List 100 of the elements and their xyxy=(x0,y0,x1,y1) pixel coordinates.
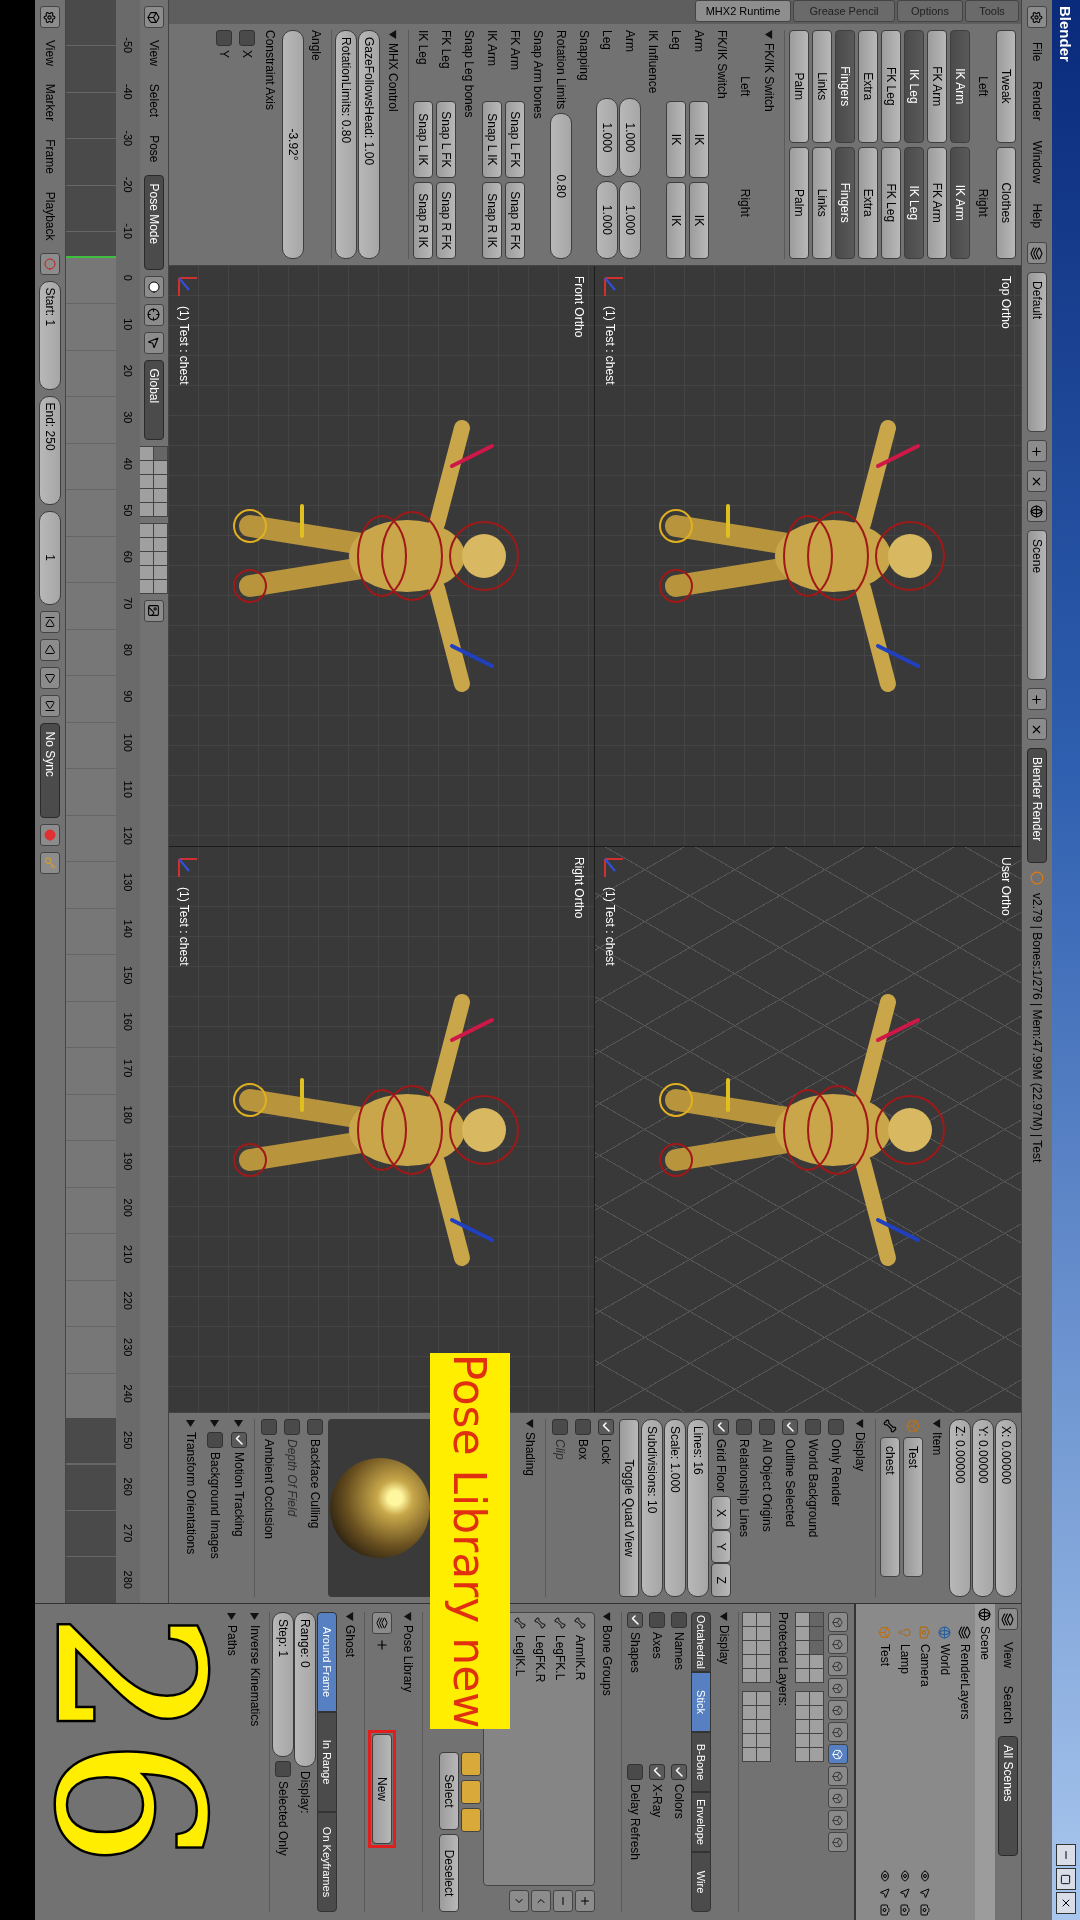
layer-button[interactable]: Fingers xyxy=(835,146,856,259)
panel-title[interactable]: Inverse Kinematics xyxy=(248,1625,262,1727)
layer-button[interactable]: Tweak xyxy=(996,30,1017,143)
toggle-quad-view-button[interactable]: Toggle Quad View xyxy=(619,1419,640,1597)
cursor-icon[interactable] xyxy=(919,1887,931,1899)
layer-button[interactable]: Links xyxy=(812,30,833,143)
snap-button[interactable]: Snap L FK xyxy=(505,101,526,178)
checkbox[interactable] xyxy=(207,1432,223,1448)
snap-button[interactable]: IK xyxy=(666,101,687,178)
disclosure-triangle-icon[interactable] xyxy=(250,1612,260,1621)
disclosure-triangle-icon[interactable] xyxy=(719,1612,729,1621)
jump-start-button[interactable] xyxy=(40,610,60,633)
layer-button[interactable]: FK Arm xyxy=(927,30,948,143)
menu-item[interactable]: View xyxy=(43,34,57,72)
current-frame-field[interactable]: 1 xyxy=(39,510,61,605)
panel-title[interactable]: Item xyxy=(930,1432,944,1456)
layer-button[interactable]: Extra xyxy=(858,146,879,259)
checkbox[interactable] xyxy=(828,1419,845,1435)
tree-item[interactable]: Lamp xyxy=(898,1644,912,1675)
checkbox[interactable] xyxy=(649,1612,666,1628)
layer-button[interactable]: Clothes xyxy=(996,146,1017,259)
number-field[interactable]: 1.000 xyxy=(619,180,642,259)
number-field[interactable]: 1.000 xyxy=(619,98,642,177)
cursor-icon[interactable] xyxy=(899,1887,911,1899)
axis-toggle[interactable]: X xyxy=(711,1496,732,1530)
bone-name-field[interactable]: chest xyxy=(880,1437,901,1577)
snap-button[interactable]: Snap R IK xyxy=(482,182,503,259)
remove-button[interactable] xyxy=(553,1890,573,1912)
number-field[interactable]: X: 0.00000 xyxy=(995,1419,1018,1597)
disclosure-triangle-icon[interactable] xyxy=(345,1612,355,1621)
color-swatch[interactable] xyxy=(461,1808,482,1832)
eye-icon[interactable] xyxy=(919,1870,931,1882)
panel-title[interactable]: Bone Groups xyxy=(600,1625,614,1696)
panel-title[interactable]: MHX Control xyxy=(386,43,400,112)
tree-item[interactable]: Camera xyxy=(918,1644,932,1687)
layer-button[interactable]: Palm xyxy=(789,30,810,143)
add-button[interactable] xyxy=(1027,688,1047,711)
close-button[interactable] xyxy=(1027,470,1047,493)
checkbox[interactable] xyxy=(231,1432,247,1448)
checkbox[interactable] xyxy=(713,1419,730,1435)
jump-end-button[interactable] xyxy=(40,694,60,717)
layer-button[interactable]: Fingers xyxy=(835,30,856,143)
maximize-button[interactable] xyxy=(1056,1868,1076,1890)
menu-item[interactable]: Pose xyxy=(147,129,161,169)
layer-grid[interactable] xyxy=(795,1612,825,1683)
disclosure-triangle-icon[interactable] xyxy=(855,1419,865,1428)
group-action-button[interactable]: Deselect xyxy=(439,1834,460,1912)
viewport[interactable]: Top Ortho (1) Test : chest xyxy=(595,266,1021,846)
editor-type-button[interactable] xyxy=(40,6,60,28)
camera-icon[interactable] xyxy=(879,1904,891,1916)
snap-button[interactable]: Snap L IK xyxy=(413,101,434,178)
layer-button[interactable]: Palm xyxy=(789,146,810,259)
tree-item[interactable]: Scene xyxy=(978,1626,992,1661)
sync-dropdown[interactable]: No Sync xyxy=(40,722,60,818)
layer-button[interactable]: FK Arm xyxy=(927,146,948,259)
panel-title[interactable]: FK/IK Switch xyxy=(762,43,776,112)
disclosure-triangle-icon[interactable] xyxy=(525,1419,535,1428)
viewport[interactable]: Front Ortho (1) Test : chest xyxy=(169,266,595,846)
panel-title[interactable]: Display xyxy=(717,1625,731,1665)
disclosure-triangle-icon[interactable] xyxy=(186,1419,196,1428)
object-name-field[interactable]: Test xyxy=(903,1437,924,1577)
cursor-icon[interactable] xyxy=(879,1887,891,1899)
close-button[interactable] xyxy=(1056,1892,1076,1914)
number-field[interactable]: Step: 1 xyxy=(272,1612,295,1757)
panel-title[interactable]: Shading xyxy=(523,1432,537,1477)
add-button[interactable] xyxy=(1027,440,1047,463)
camera-icon[interactable] xyxy=(919,1904,931,1916)
menu-item[interactable]: File xyxy=(1030,36,1044,68)
context-tab[interactable] xyxy=(828,1744,848,1764)
checkbox[interactable] xyxy=(239,30,256,46)
layer-grid[interactable] xyxy=(139,445,169,517)
info-editor-button[interactable] xyxy=(1027,6,1047,28)
snap-button[interactable]: Snap L FK xyxy=(436,101,457,178)
checkbox[interactable] xyxy=(736,1419,753,1435)
number-field[interactable]: Subdivisions: 10 xyxy=(641,1419,664,1597)
browse-button[interactable] xyxy=(372,1612,392,1634)
menu-item[interactable]: Playback xyxy=(43,185,57,247)
number-field[interactable]: 1.000 xyxy=(596,98,619,177)
number-field[interactable]: Range: 0 xyxy=(294,1612,317,1767)
keying-button[interactable] xyxy=(40,851,60,874)
snap-button[interactable]: Snap R FK xyxy=(436,182,457,259)
checkbox[interactable] xyxy=(627,1764,644,1780)
disclosure-triangle-icon[interactable] xyxy=(210,1419,220,1428)
panel-title[interactable]: Pose Library xyxy=(401,1625,415,1693)
disclosure-triangle-icon[interactable] xyxy=(227,1612,237,1621)
layer-button[interactable]: Links xyxy=(812,146,833,259)
disclosure-triangle-icon[interactable] xyxy=(234,1419,244,1428)
layer-grid[interactable] xyxy=(742,1691,772,1762)
layer-button[interactable]: FK Leg xyxy=(881,146,902,259)
display-mode-button[interactable]: Envelope xyxy=(691,1792,712,1852)
snap-button[interactable]: IK xyxy=(689,182,710,259)
number-field[interactable]: RotationLimits: 0.80 xyxy=(335,30,358,259)
disclosure-triangle-icon[interactable] xyxy=(764,30,774,39)
display-mode-dropdown[interactable]: All Scenes xyxy=(998,1735,1018,1856)
ghost-mode-button[interactable]: Around Frame xyxy=(317,1612,338,1712)
scene-button[interactable] xyxy=(1027,500,1047,523)
panel-title[interactable]: Display xyxy=(853,1432,867,1472)
plus-icon[interactable] xyxy=(375,1638,389,1652)
panel-title[interactable]: Ghost xyxy=(343,1625,357,1657)
angle-field[interactable]: -3.92° xyxy=(282,30,305,259)
